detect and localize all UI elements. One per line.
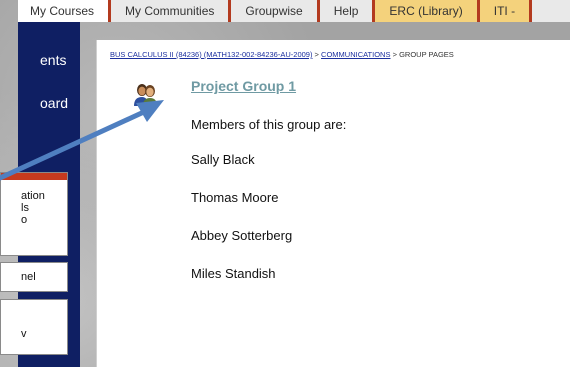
sidebar-bottom-panel: v xyxy=(0,299,68,355)
group-title-link[interactable]: Project Group 1 xyxy=(191,78,296,94)
member-name: Miles Standish xyxy=(191,266,276,281)
control-panel-label: nel xyxy=(21,271,36,283)
sidebar-tools-panel: ation ls o xyxy=(0,172,68,256)
member-name: Abbey Sotterberg xyxy=(191,228,293,243)
tab-my-communities[interactable]: My Communities xyxy=(111,0,232,22)
member-name: Thomas Moore xyxy=(191,190,279,205)
tab-erc-library[interactable]: ERC (Library) xyxy=(375,0,480,22)
bottom-panel-link[interactable]: v xyxy=(1,328,67,340)
tools-panel-header-bar xyxy=(1,173,67,180)
members-intro-text: Members of this group are: xyxy=(191,117,347,132)
tools-link-help[interactable]: o xyxy=(1,214,67,226)
tools-link-tools[interactable]: ls xyxy=(1,202,67,214)
course-menu-sidebar: ents oard ation ls o nel v xyxy=(0,22,80,367)
tab-iti[interactable]: ITI - xyxy=(479,0,533,22)
member-name: Sally Black xyxy=(191,152,255,167)
sidebar-item-discussion-board[interactable]: oard xyxy=(40,95,68,111)
breadcrumb-separator: > xyxy=(392,50,397,59)
breadcrumb: BUS CALCULUS II (84236) (MATH132-002-842… xyxy=(110,50,570,59)
sidebar-control-panel[interactable]: nel xyxy=(0,262,68,292)
breadcrumb-current-page: GROUP PAGES xyxy=(399,50,454,59)
sidebar-item-announcements[interactable]: ents xyxy=(40,52,66,68)
breadcrumb-separator: > xyxy=(314,50,319,59)
group-people-icon xyxy=(134,84,157,106)
tab-my-courses[interactable]: My Courses xyxy=(18,0,112,22)
group-page-content: BUS CALCULUS II (84236) (MATH132-002-842… xyxy=(96,40,570,367)
tab-help[interactable]: Help xyxy=(320,0,376,22)
tab-groupwise[interactable]: Groupwise xyxy=(231,0,320,22)
breadcrumb-communications-link[interactable]: COMMUNICATIONS xyxy=(321,50,390,59)
top-tab-bar: My Courses My Communities Groupwise Help… xyxy=(18,0,570,22)
tools-link-communication[interactable]: ation xyxy=(1,190,67,202)
breadcrumb-course-link[interactable]: BUS CALCULUS II (84236) (MATH132-002-842… xyxy=(110,50,312,59)
